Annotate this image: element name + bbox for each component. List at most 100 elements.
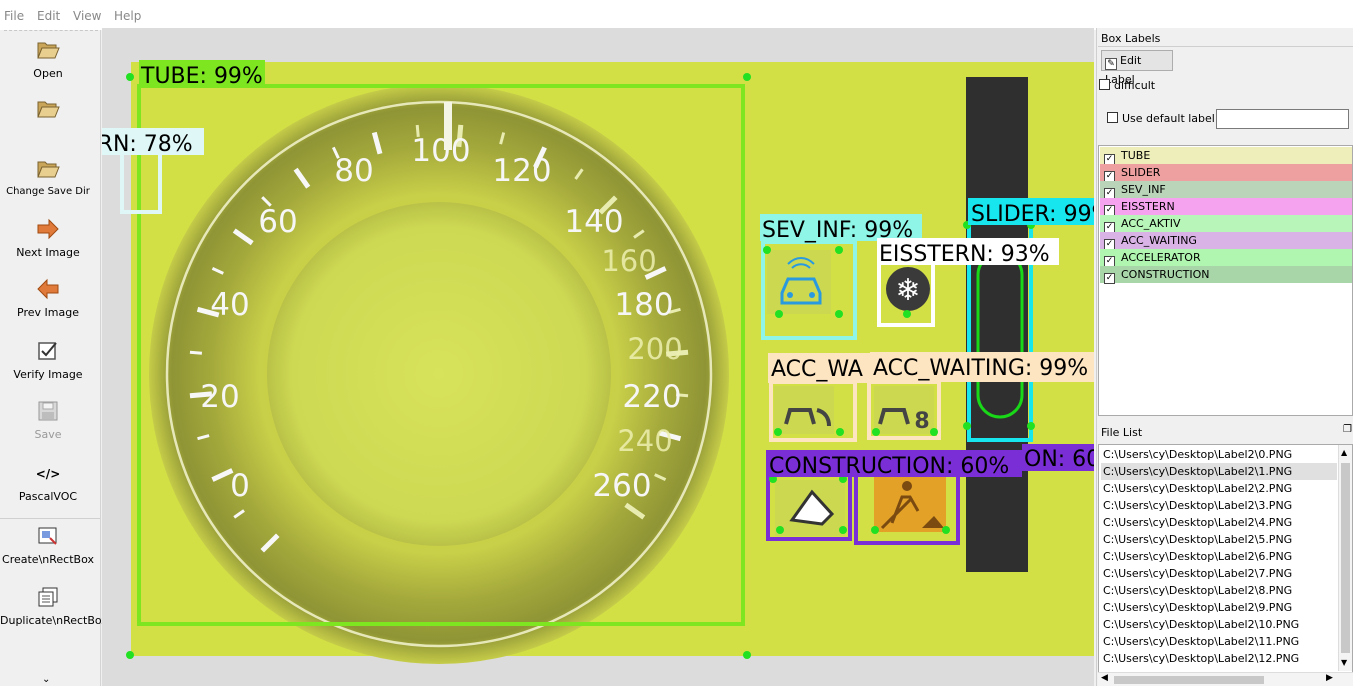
label-item-construction[interactable]: ✓ CONSTRUCTION	[1100, 266, 1352, 284]
speedometer-gauge	[149, 84, 729, 664]
gauge-needle	[444, 102, 452, 150]
create-rectbox-button[interactable]: Create\nRectBox	[0, 525, 96, 566]
bbox-handle[interactable]	[963, 422, 971, 430]
label-item-text: ACC_WAITING	[1121, 234, 1197, 247]
file-list-item[interactable]: C:\Users\cy\Desktop\Label2\12.PNG	[1101, 650, 1337, 667]
scroll-up-icon[interactable]: ▲	[1341, 448, 1347, 457]
file-list-item[interactable]: C:\Users\cy\Desktop\Label2\0.PNG	[1101, 446, 1337, 463]
file-list-item[interactable]: C:\Users\cy\Desktop\Label2\10.PNG	[1101, 616, 1337, 633]
bbox-handle[interactable]	[839, 526, 847, 534]
bbox-handle[interactable]	[836, 428, 844, 436]
menu-edit[interactable]: Edit	[37, 9, 60, 23]
menu-file[interactable]: File	[4, 9, 24, 23]
menu-help[interactable]: Help	[114, 9, 141, 23]
menu-view[interactable]: View	[73, 9, 101, 23]
bbox-handle[interactable]	[126, 651, 134, 659]
hscroll-thumb[interactable]	[1114, 676, 1264, 684]
use-default-label-checkbox[interactable]: Use default label	[1107, 112, 1215, 125]
duplicate-icon	[35, 586, 61, 610]
label-item-text: SEV_INF	[1121, 183, 1166, 196]
scroll-thumb[interactable]	[1341, 463, 1350, 653]
label-item-slider[interactable]: ✓ SLIDER	[1100, 164, 1352, 182]
file-list-item[interactable]: C:\Users\cy\Desktop\Label2\8.PNG	[1101, 582, 1337, 599]
file-list-title: File List	[1101, 426, 1143, 439]
bbox-handle[interactable]	[774, 428, 782, 436]
bbox-handle[interactable]	[1027, 422, 1035, 430]
file-list-item[interactable]: C:\Users\cy\Desktop\Label2\9.PNG	[1101, 599, 1337, 616]
label-item-accelerator[interactable]: ✓ ACCELERATOR	[1100, 249, 1352, 267]
toolbar-more-icon[interactable]: ⌄	[42, 674, 50, 685]
scroll-down-icon[interactable]: ▼	[1341, 658, 1347, 667]
edit-label-button[interactable]: ✎ Edit Label	[1101, 50, 1173, 86]
label-item-text: ACC_AKTIV	[1121, 217, 1181, 230]
bbox-handle[interactable]	[930, 428, 938, 436]
file-list-item[interactable]: C:\Users\cy\Desktop\Label2\4.PNG	[1101, 514, 1337, 531]
image-canvas[interactable]: 0 20 40 60 80 100 120 140 180 220 260 16…	[102, 28, 1094, 686]
save-button[interactable]: Save	[0, 400, 96, 441]
edit-icon: ✎	[1105, 58, 1117, 70]
label-item-sev-inf[interactable]: ✓ SEV_INF	[1100, 181, 1352, 199]
open-button[interactable]: Open	[0, 39, 96, 80]
file-list-item[interactable]: C:\Users\cy\Desktop\Label2\5.PNG	[1101, 531, 1337, 548]
format-pascalvoc-button[interactable]: </> PascalVOC	[0, 462, 96, 503]
file-list-item[interactable]: C:\Users\cy\Desktop\Label2\1.PNG	[1101, 463, 1337, 480]
scroll-left-icon[interactable]: ◀	[1101, 673, 1108, 683]
construction-icon	[874, 472, 946, 532]
file-list-item[interactable]: C:\Users\cy\Desktop\Label2\6.PNG	[1101, 548, 1337, 565]
file-list-item[interactable]: C:\Users\cy\Desktop\Label2\11.PNG	[1101, 633, 1337, 650]
verify-image-button[interactable]: Verify Image	[0, 340, 96, 381]
label-item-text: EISSTERN	[1121, 200, 1175, 213]
prev-image-button[interactable]: Prev Image	[0, 278, 96, 319]
bbox-handle[interactable]	[763, 246, 771, 254]
gauge-label-180: 180	[614, 287, 673, 323]
scroll-right-icon[interactable]: ▶	[1326, 673, 1333, 683]
gauge-label-60: 60	[258, 204, 297, 240]
label-item-text: TUBE	[1121, 149, 1151, 162]
default-label-input[interactable]	[1216, 109, 1349, 129]
difficult-checkbox[interactable]: difficult	[1099, 79, 1155, 92]
next-image-button[interactable]: Next Image	[0, 218, 96, 259]
gauge-label-40: 40	[210, 287, 249, 323]
tag-sev-inf: SEV_INF: 99%	[762, 218, 913, 243]
label-item-acc-waiting[interactable]: ✓ ACC_WAITING	[1100, 232, 1352, 250]
bbox-handle[interactable]	[743, 73, 751, 81]
tag-on: ON: 60%	[1024, 447, 1094, 472]
bbox-handle[interactable]	[942, 526, 950, 534]
toolbar-separator	[0, 518, 100, 519]
folder-open-icon	[35, 39, 61, 63]
bbox-handle[interactable]	[775, 310, 783, 318]
arrow-left-icon	[35, 278, 61, 302]
folder-open-icon	[35, 158, 61, 182]
label-item-eisstern[interactable]: ✓ EISSTERN	[1100, 198, 1352, 216]
bbox-handle[interactable]	[903, 310, 911, 318]
tag-eisstern-93: EISSTERN: 93%	[879, 242, 1050, 267]
bbox-handle[interactable]	[872, 428, 880, 436]
bbox-handle[interactable]	[743, 651, 751, 659]
gauge-label-240: 240	[617, 424, 672, 458]
open-dir-button[interactable]	[0, 98, 96, 122]
canvas-overlay: 0 20 40 60 80 100 120 140 180 220 260 16…	[102, 60, 1094, 664]
bbox-handle[interactable]	[871, 526, 879, 534]
label-item-tube[interactable]: ✓ TUBE	[1100, 147, 1352, 165]
file-list-item[interactable]: C:\Users\cy\Desktop\Label2\2.PNG	[1101, 480, 1337, 497]
change-save-dir-button[interactable]: Change Save Dir	[0, 158, 96, 197]
checkbox-checked-icon[interactable]: ✓	[1104, 273, 1115, 284]
folder-open-icon	[35, 98, 61, 122]
save-icon	[35, 400, 61, 424]
file-list-item[interactable]: C:\Users\cy\Desktop\Label2\3.PNG	[1101, 497, 1337, 514]
restore-icon[interactable]: ❐	[1343, 424, 1352, 435]
label-item-acc-aktiv[interactable]: ✓ ACC_AKTIV	[1100, 215, 1352, 233]
bbox-handle[interactable]	[776, 526, 784, 534]
duplicate-rectbox-button[interactable]: Duplicate\nRectBox	[0, 586, 108, 627]
file-list-item[interactable]: C:\Users\cy\Desktop\Label2\7.PNG	[1101, 565, 1337, 582]
label-item-text: CONSTRUCTION	[1121, 268, 1210, 281]
left-toolbar: Open Change Save Dir Next Image Prev Ima…	[0, 30, 108, 686]
acc-waiting-icon-right: 8	[874, 386, 934, 434]
bbox-handle[interactable]	[835, 310, 843, 318]
bbox-handle[interactable]	[835, 246, 843, 254]
checkbox-icon	[1099, 79, 1110, 90]
file-list-scrollbar[interactable]: ▲ ▼	[1338, 445, 1352, 671]
tag-acc-wa: ACC_WA	[771, 357, 863, 382]
bbox-handle[interactable]	[126, 73, 134, 81]
file-list-hscrollbar[interactable]: ◀ ▶	[1098, 672, 1353, 686]
